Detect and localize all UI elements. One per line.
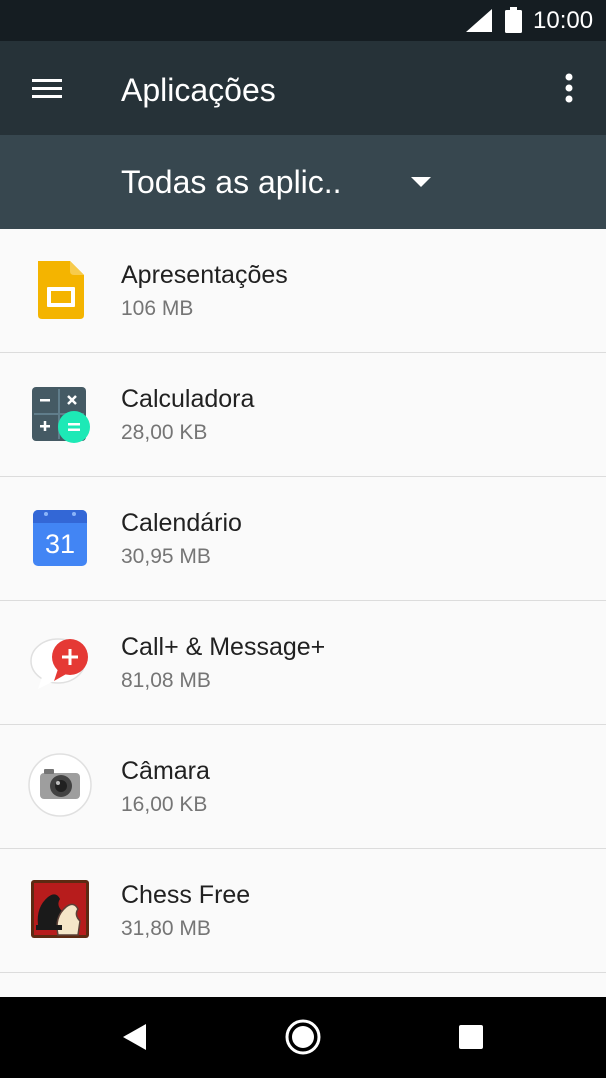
hamburger-menu-icon: [32, 79, 62, 98]
more-vert-icon: [565, 73, 573, 103]
app-size: 28,00 KB: [121, 421, 208, 444]
back-icon: [123, 1024, 146, 1050]
battery-icon: [505, 7, 522, 33]
app-filter-selected: Todas as aplic..: [121, 164, 342, 200]
app-row-calculadora[interactable]: Calculadora 28,00 KB: [0, 353, 606, 477]
camera-icon: [28, 753, 92, 817]
app-list: Apresentações 106 MB Calculadora 28,00 K…: [0, 229, 606, 973]
app-name: Chess Free: [121, 881, 251, 909]
home-icon: [285, 1019, 321, 1055]
calendar-day-number: 31: [45, 529, 75, 559]
app-name: Apresentações: [121, 261, 288, 289]
back-button[interactable]: [107, 1011, 163, 1063]
filter-bar: Todas as aplic..: [0, 135, 606, 229]
recents-button[interactable]: [443, 1011, 499, 1063]
app-size: 106 MB: [121, 297, 194, 320]
menu-button[interactable]: [18, 66, 76, 112]
calendar-icon: 31: [33, 510, 87, 566]
calculator-icon: [32, 387, 90, 443]
status-bar: 10:00: [0, 0, 606, 41]
app-row-camara[interactable]: Câmara 16,00 KB: [0, 725, 606, 849]
app-size: 30,95 MB: [121, 545, 211, 568]
navigation-bar: [0, 997, 606, 1078]
app-row-calendario[interactable]: 31 Calendário 30,95 MB: [0, 477, 606, 601]
app-row-chess-free[interactable]: Chess Free 31,80 MB: [0, 849, 606, 973]
dropdown-arrow-icon: [411, 177, 431, 187]
app-row-call-message[interactable]: Call+ & Message+ 81,08 MB: [0, 601, 606, 725]
page-title: Aplicações: [121, 72, 276, 108]
app-size: 16,00 KB: [121, 793, 208, 816]
chess-icon: [31, 880, 89, 938]
app-row-apresentacoes[interactable]: Apresentações 106 MB: [0, 229, 606, 353]
slides-icon: [38, 261, 84, 319]
app-name: Calendário: [121, 509, 242, 537]
call-message-icon: [30, 638, 88, 689]
app-size: 81,08 MB: [121, 669, 211, 692]
cell-signal-icon: [466, 9, 492, 32]
clock: 10:00: [533, 7, 594, 34]
home-button[interactable]: [275, 1011, 331, 1063]
app-size: 31,80 MB: [121, 917, 211, 940]
app-name: Call+ & Message+: [121, 633, 326, 661]
app-name: Calculadora: [121, 385, 255, 413]
more-options-button[interactable]: [548, 66, 590, 112]
app-name: Câmara: [121, 757, 210, 785]
recents-icon: [459, 1025, 483, 1049]
app-filter-dropdown[interactable]: Todas as aplic..: [121, 157, 451, 207]
app-toolbar: Aplicações: [0, 41, 606, 135]
